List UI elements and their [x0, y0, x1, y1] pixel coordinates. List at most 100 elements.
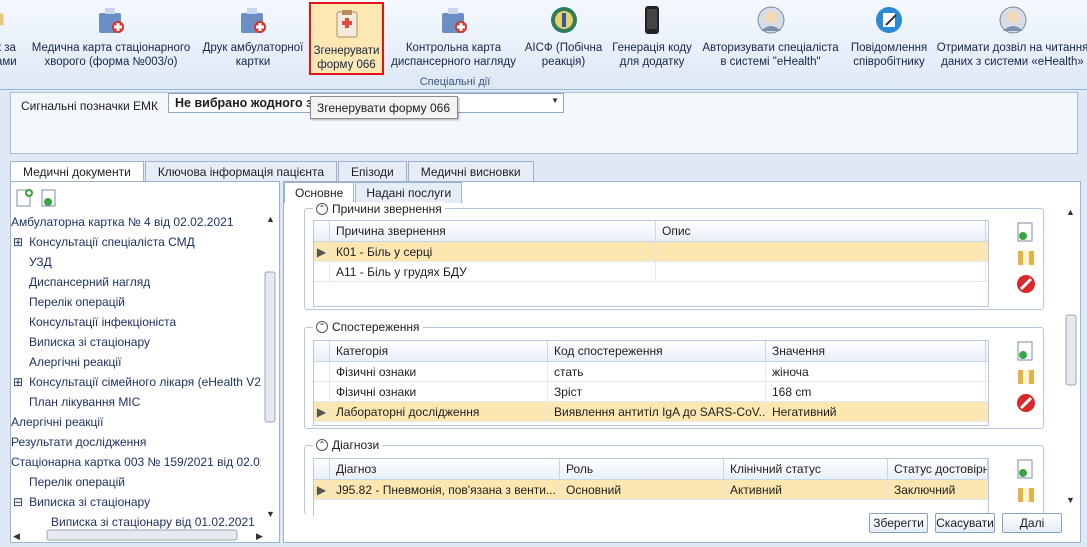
document-tree[interactable]: Амбулаторна картка № 4 від 02.02.2021 ⊞ Ко…	[11, 212, 261, 532]
emblem-icon	[550, 7, 577, 33]
chevron-down-icon[interactable]: ▼	[551, 96, 559, 105]
next-button[interactable]: Далі	[1002, 513, 1062, 533]
tooltip: Згенерувати форму 066	[310, 96, 458, 119]
table-row[interactable]: ▶ J95.82 - Пневмонія, пов'язана з венти..…	[314, 480, 988, 500]
tree-item[interactable]: Перелік операцій	[11, 292, 261, 312]
tab-key-info[interactable]: Ключова інформація пацієнта	[144, 161, 338, 182]
add-row-icon[interactable]	[1015, 221, 1037, 243]
tree-item[interactable]: УЗД	[11, 252, 261, 272]
tab-episodes[interactable]: Епізоди	[338, 161, 407, 182]
medical-bag-icon	[99, 8, 124, 33]
tree-item[interactable]: Диспансерний нагляд	[11, 272, 261, 292]
column-header[interactable]: Значення	[766, 341, 986, 361]
signal-marks-label: Сигнальні позначки ЕМК	[21, 99, 159, 113]
column-header[interactable]: Клінічний статус	[724, 459, 888, 479]
tree-item-label: Виписка зі стаціонару	[29, 495, 151, 509]
section-diagnoses: ⌃ Діагнози Діагноз Роль Клінічний статус Ста…	[304, 438, 1044, 516]
ribbon-label: Медична карта стаціонарного хворого (фор…	[31, 42, 191, 68]
ribbon-item-aisf[interactable]: АІСФ (Побічна реакція)	[521, 5, 606, 75]
table-row[interactable]: Фізичні ознаки стать жіноча	[314, 362, 988, 382]
tree-item-label: УЗД	[29, 255, 52, 269]
cancel-button[interactable]: Скасувати	[935, 513, 995, 533]
section-title: Спостереження	[332, 320, 420, 334]
expand-icon[interactable]: ⊞	[13, 235, 23, 249]
subtab-main[interactable]: Основне	[284, 182, 355, 203]
tree-item-label: Амбулаторна картка № 4 від 02.02.2021	[11, 215, 234, 229]
column-header[interactable]: Причина звернення	[330, 221, 656, 241]
tree-item-label: Виписка зі стаціонару від 01.02.2021	[51, 515, 255, 529]
ribbon-item-dispensary-card[interactable]: Контрольна карта диспансерного нагляду	[386, 5, 521, 75]
column-header[interactable]: Діагноз	[330, 459, 560, 479]
section-title: Діагнози	[332, 438, 380, 452]
table-row[interactable]: ▶ Лабораторні дослідження Виявлення антиті…	[314, 402, 988, 422]
ribbon-item-authorize-ehealth[interactable]: Авторизувати спеціаліста в системі "eHea…	[698, 5, 843, 75]
column-header[interactable]: Опис	[656, 221, 986, 241]
section-title: Причини звернення	[332, 202, 442, 216]
ribbon-group-label: Спеціальні дії	[419, 76, 491, 88]
tree-item[interactable]: ⊞ Консультації сімейного лікаря (eHealth …	[11, 372, 261, 392]
detail-vertical-scrollbar[interactable]: ▲▼	[1063, 205, 1079, 505]
tree-item[interactable]: Консультації інфекціоніста	[11, 312, 261, 332]
signal-marks-panel: Сигнальні позначки ЕМК Не вибрано жодног…	[10, 92, 1078, 154]
delete-row-icon[interactable]	[1015, 273, 1037, 295]
collapse-icon[interactable]: ⌃	[316, 439, 328, 451]
ribbon-item-cut[interactable]: к за ами	[0, 5, 18, 75]
collapse-icon[interactable]: ⌃	[316, 203, 328, 215]
tree-item[interactable]: Виписка зі стаціонару	[11, 332, 261, 352]
column-header[interactable]: Категорія	[330, 341, 548, 361]
tree-item[interactable]: Стаціонарна картка 003 № 159/2021 від 02…	[11, 452, 261, 472]
add-row-icon[interactable]	[1015, 458, 1037, 480]
row-actions	[1015, 340, 1037, 414]
column-header[interactable]: Статус достовірно	[888, 459, 988, 479]
tree-item[interactable]: План лікування МІС	[11, 392, 261, 412]
section-reasons: ⌃ Причини звернення Причина звернення Опис…	[304, 202, 1044, 310]
delete-row-icon[interactable]	[1015, 392, 1037, 414]
ribbon-item-app-code[interactable]: Генерація коду для додатку	[607, 5, 697, 75]
save-button[interactable]: Зберегти	[869, 513, 928, 533]
expand-icon[interactable]: ⊞	[13, 375, 23, 389]
tree-item[interactable]: Амбулаторна картка № 4 від 02.02.2021	[11, 212, 261, 232]
tree-item[interactable]: Алергічні реакції	[11, 352, 261, 372]
collapse-icon[interactable]: ⊟	[13, 495, 23, 509]
tree-horizontal-scrollbar[interactable]: ◀ ▶	[11, 528, 266, 542]
ribbon-item-form-003[interactable]: Медична карта стаціонарного хворого (фор…	[26, 5, 196, 75]
open-document-icon[interactable]	[39, 188, 59, 208]
tree-vertical-scrollbar[interactable]: ▲▼	[263, 212, 277, 522]
subtab-services[interactable]: Надані послуги	[355, 182, 463, 203]
user-avatar-icon	[999, 6, 1026, 34]
ribbon-label: Генерація коду для додатку	[612, 42, 692, 68]
add-document-icon[interactable]	[15, 188, 35, 208]
edit-row-icon[interactable]	[1015, 366, 1037, 388]
column-header[interactable]: Роль	[560, 459, 724, 479]
ribbon-item-generate-066[interactable]: Згенерувати форму 066	[309, 2, 384, 75]
table-row[interactable]: Фізичні ознаки Зріст 168 cm	[314, 382, 988, 402]
collapse-icon[interactable]: ⌃	[316, 321, 328, 333]
tab-medical-conclusions[interactable]: Медичні висновки	[407, 161, 534, 182]
ribbon-item-message-employee[interactable]: Повідомлення співробітнику	[845, 5, 933, 75]
tree-item[interactable]: Перелік операцій	[11, 472, 261, 492]
svg-text:▶: ▶	[256, 531, 263, 541]
observations-grid: Категорія Код спостереження Значення Фізич…	[313, 340, 989, 426]
table-row[interactable]: А11 - Біль у грудях БДУ	[314, 262, 988, 282]
section-observations: ⌃ Спостереження Категорія Код спостереженн…	[304, 320, 1044, 429]
tree-item[interactable]: ⊟ Виписка зі стаціонару	[11, 492, 261, 512]
ribbon-item-print-card[interactable]: Друк амбулаторної картки	[198, 5, 308, 75]
ribbon-label: Друк амбулаторної картки	[202, 42, 304, 68]
tree-item-label: Диспансерний нагляд	[29, 275, 151, 289]
ribbon-item-ehealth-permission[interactable]: Отримати дозвіл на читання даних з систе…	[935, 5, 1087, 75]
tree-item[interactable]: ⊞ Консультації спеціаліста СМД	[11, 232, 261, 252]
tree-item-label: Алергічні реакції	[11, 415, 104, 429]
table-row[interactable]: ▶ К01 - Біль у серці	[314, 242, 988, 262]
edit-row-icon[interactable]	[1015, 247, 1037, 269]
ribbon-label: Контрольна карта диспансерного нагляду	[391, 42, 516, 68]
tree-item[interactable]: Алергічні реакції	[11, 412, 261, 432]
tree-item-label: План лікування МІС	[29, 395, 141, 409]
tree-item[interactable]: Результати дослідження	[11, 432, 261, 452]
tab-medical-documents[interactable]: Медичні документи	[10, 161, 144, 183]
ribbon-label: Отримати дозвіл на читання даних з систе…	[936, 42, 1087, 68]
edit-row-icon[interactable]	[1015, 484, 1037, 506]
add-row-icon[interactable]	[1015, 340, 1037, 362]
svg-text:▼: ▼	[1066, 495, 1075, 505]
tree-item-label: Перелік операцій	[29, 295, 125, 309]
column-header[interactable]: Код спостереження	[548, 341, 766, 361]
